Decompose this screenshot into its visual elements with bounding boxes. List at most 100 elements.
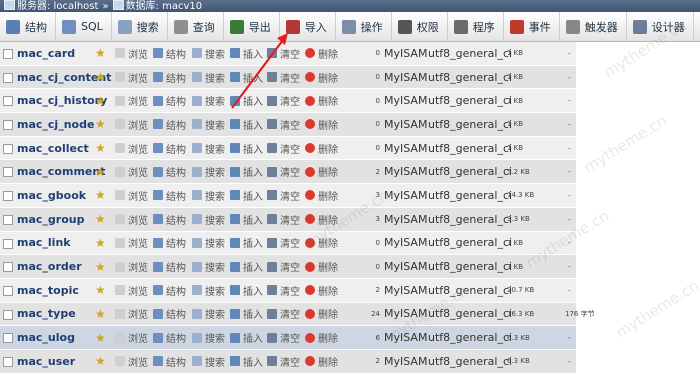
action-drop[interactable]: 删除	[305, 184, 338, 207]
action-browse[interactable]: 浏览	[115, 303, 148, 326]
favorite-star-icon[interactable]: ★	[95, 350, 106, 373]
action-insert[interactable]: 插入	[230, 279, 263, 302]
action-insert[interactable]: 插入	[230, 208, 263, 231]
action-search[interactable]: 搜索	[192, 137, 225, 160]
favorite-star-icon[interactable]: ★	[95, 42, 106, 65]
action-search[interactable]: 搜索	[192, 208, 225, 231]
action-browse[interactable]: 浏览	[115, 208, 148, 231]
tab-sql[interactable]: SQL	[56, 12, 112, 41]
table-row[interactable]: mac_ulog ★ 浏览 结构 搜索 插入 清空 删除 6 MyISAM utf8_general…	[0, 326, 700, 350]
tab-triggers[interactable]: 触发器	[560, 12, 627, 41]
action-insert[interactable]: 插入	[230, 326, 263, 349]
table-row[interactable]: mac_type ★ 浏览 结构 搜索 插入 清空 删除 24 MyISAM utf8_genera…	[0, 302, 700, 327]
action-structure[interactable]: 结构	[153, 326, 186, 349]
action-drop[interactable]: 删除	[305, 137, 338, 160]
action-insert[interactable]: 插入	[230, 113, 263, 136]
tab-events[interactable]: 事件	[504, 12, 560, 41]
action-insert[interactable]: 插入	[230, 89, 263, 112]
favorite-star-icon[interactable]: ★	[95, 184, 106, 207]
row-checkbox[interactable]	[3, 214, 13, 225]
action-search[interactable]: 搜索	[192, 232, 225, 255]
table-row[interactable]: mac_cj_node ★ 浏览 结构 搜索 插入 清空 删除 0 MyISAM utf8_gene…	[0, 113, 700, 137]
row-checkbox[interactable]	[3, 285, 13, 296]
action-drop[interactable]: 删除	[305, 350, 338, 373]
favorite-star-icon[interactable]: ★	[95, 232, 106, 255]
action-empty[interactable]: 清空	[267, 42, 300, 65]
action-browse[interactable]: 浏览	[115, 184, 148, 207]
action-empty[interactable]: 清空	[267, 89, 300, 112]
action-drop[interactable]: 删除	[305, 255, 338, 278]
row-checkbox[interactable]	[3, 167, 13, 178]
action-search[interactable]: 搜索	[192, 42, 225, 65]
action-empty[interactable]: 清空	[267, 326, 300, 349]
action-browse[interactable]: 浏览	[115, 113, 148, 136]
action-structure[interactable]: 结构	[153, 255, 186, 278]
table-name-link[interactable]: mac_link	[17, 232, 71, 255]
action-structure[interactable]: 结构	[153, 66, 186, 89]
favorite-star-icon[interactable]: ★	[95, 208, 106, 231]
row-checkbox[interactable]	[3, 143, 13, 154]
action-search[interactable]: 搜索	[192, 279, 225, 302]
action-empty[interactable]: 清空	[267, 208, 300, 231]
action-browse[interactable]: 浏览	[115, 42, 148, 65]
action-structure[interactable]: 结构	[153, 208, 186, 231]
action-search[interactable]: 搜索	[192, 255, 225, 278]
tab-routines[interactable]: 程序	[448, 12, 504, 41]
action-search[interactable]: 搜索	[192, 160, 225, 183]
action-browse[interactable]: 浏览	[115, 255, 148, 278]
action-structure[interactable]: 结构	[153, 89, 186, 112]
action-drop[interactable]: 删除	[305, 66, 338, 89]
action-browse[interactable]: 浏览	[115, 89, 148, 112]
action-empty[interactable]: 清空	[267, 137, 300, 160]
table-row[interactable]: mac_collect ★ 浏览 结构 搜索 插入 清空 删除 0 MyISAM utf8_gene…	[0, 136, 700, 161]
table-row[interactable]: mac_cj_history ★ 浏览 结构 搜索 插入 清空 删除 0 MyISAM utf8_g…	[0, 89, 700, 114]
action-insert[interactable]: 插入	[230, 160, 263, 183]
table-name-link[interactable]: mac_cj_history	[17, 89, 107, 112]
action-empty[interactable]: 清空	[267, 184, 300, 207]
table-name-link[interactable]: mac_ulog	[17, 326, 75, 349]
table-row[interactable]: mac_link ★ 浏览 结构 搜索 插入 清空 删除 0 MyISAM utf8_general…	[0, 231, 700, 256]
action-empty[interactable]: 清空	[267, 232, 300, 255]
table-name-link[interactable]: mac_group	[17, 208, 84, 231]
action-browse[interactable]: 浏览	[115, 66, 148, 89]
action-drop[interactable]: 删除	[305, 208, 338, 231]
action-search[interactable]: 搜索	[192, 303, 225, 326]
action-empty[interactable]: 清空	[267, 160, 300, 183]
action-structure[interactable]: 结构	[153, 350, 186, 373]
action-drop[interactable]: 删除	[305, 160, 338, 183]
tab-privileges[interactable]: 权限	[392, 12, 448, 41]
table-row[interactable]: mac_user ★ 浏览 结构 搜索 插入 清空 删除 2 MyISAM utf8_general…	[0, 349, 700, 374]
table-name-link[interactable]: mac_card	[17, 42, 75, 65]
action-insert[interactable]: 插入	[230, 232, 263, 255]
action-structure[interactable]: 结构	[153, 232, 186, 255]
action-search[interactable]: 搜索	[192, 113, 225, 136]
row-checkbox[interactable]	[3, 309, 13, 320]
action-empty[interactable]: 清空	[267, 279, 300, 302]
table-name-link[interactable]: mac_order	[17, 255, 82, 278]
action-structure[interactable]: 结构	[153, 160, 186, 183]
action-search[interactable]: 搜索	[192, 326, 225, 349]
action-empty[interactable]: 清空	[267, 303, 300, 326]
table-row[interactable]: mac_card ★ 浏览 结构 搜索 插入 清空 删除 0 MyISAM utf8_general…	[0, 42, 700, 66]
table-row[interactable]: mac_topic ★ 浏览 结构 搜索 插入 清空 删除 2 MyISAM utf8_genera…	[0, 278, 700, 303]
table-name-link[interactable]: mac_topic	[17, 279, 79, 302]
action-empty[interactable]: 清空	[267, 255, 300, 278]
table-row[interactable]: mac_group ★ 浏览 结构 搜索 插入 清空 删除 3 MyISAM utf8_genera…	[0, 207, 700, 232]
action-browse[interactable]: 浏览	[115, 137, 148, 160]
table-row[interactable]: mac_order ★ 浏览 结构 搜索 插入 清空 删除 0 MyISAM utf8_genera…	[0, 255, 700, 279]
action-drop[interactable]: 删除	[305, 303, 338, 326]
table-row[interactable]: mac_gbook ★ 浏览 结构 搜索 插入 清空 删除 3 MyISAM utf8_genera…	[0, 184, 700, 208]
action-insert[interactable]: 插入	[230, 42, 263, 65]
favorite-star-icon[interactable]: ★	[95, 326, 106, 349]
table-row[interactable]: mac_cj_content ★ 浏览 结构 搜索 插入 清空 删除 0 MyISAM utf8_g…	[0, 65, 700, 90]
action-search[interactable]: 搜索	[192, 350, 225, 373]
action-search[interactable]: 搜索	[192, 89, 225, 112]
favorite-star-icon[interactable]: ★	[95, 255, 106, 278]
tab-query[interactable]: 查询	[168, 12, 224, 41]
tab-search[interactable]: 搜索	[112, 12, 168, 41]
breadcrumb-server[interactable]: 服务器: localhost	[17, 1, 98, 12]
tab-operations[interactable]: 操作	[336, 12, 392, 41]
action-drop[interactable]: 删除	[305, 279, 338, 302]
action-insert[interactable]: 插入	[230, 184, 263, 207]
tab-structure[interactable]: 结构	[0, 12, 56, 41]
